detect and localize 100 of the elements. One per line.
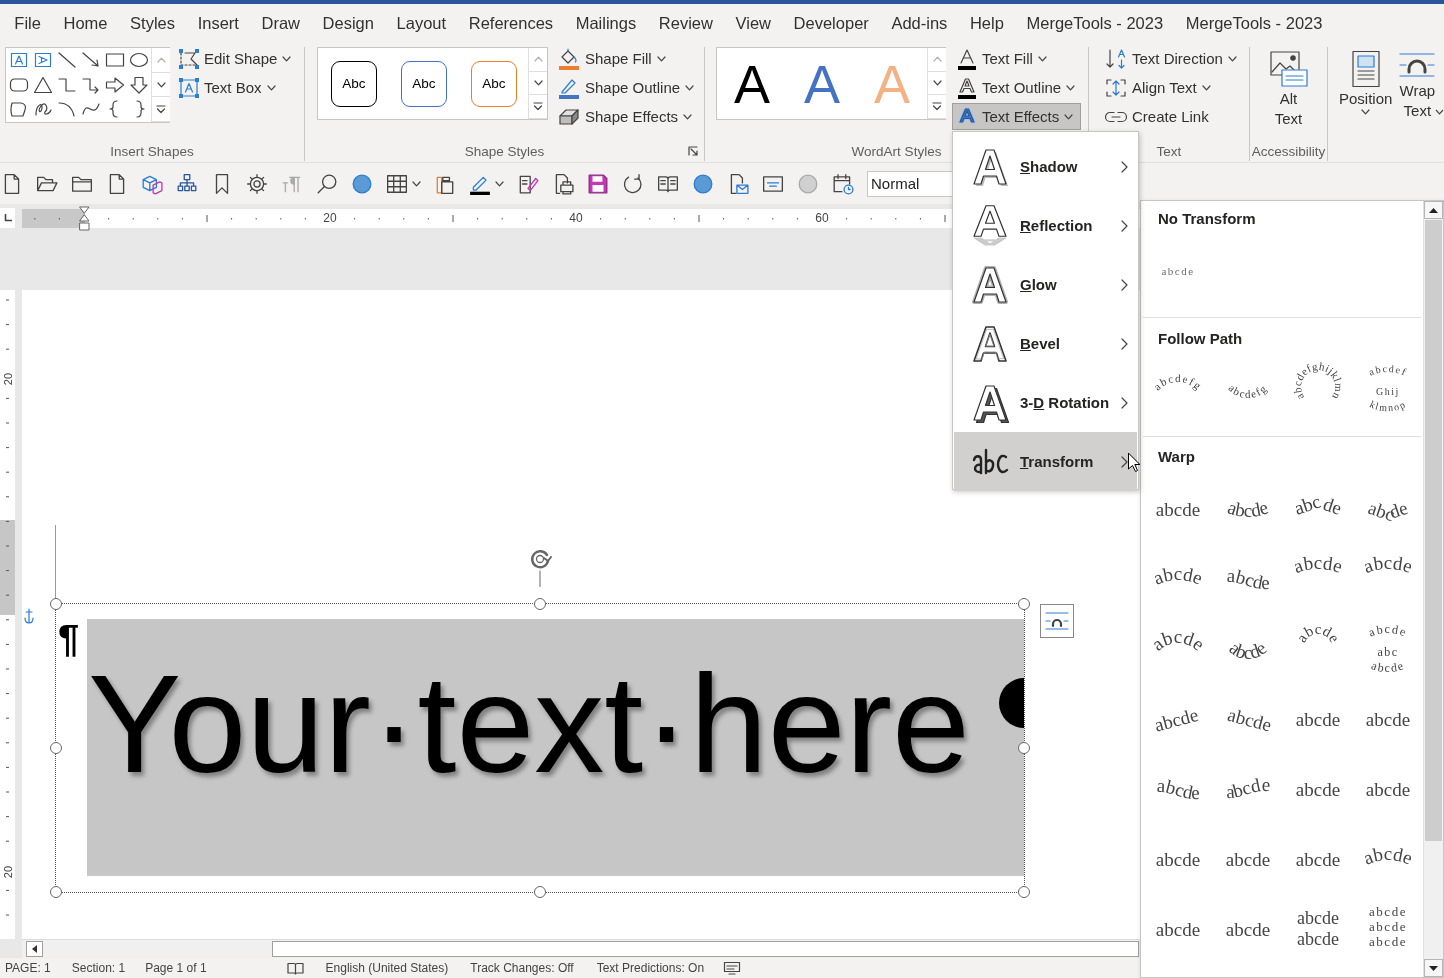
triangle-icon[interactable] <box>33 75 53 94</box>
transform-option[interactable]: abcde <box>1145 900 1211 956</box>
scrollbar-thumb[interactable] <box>272 941 1139 957</box>
ribbon-button[interactable]: Shape Fill <box>553 45 701 72</box>
resize-handle[interactable] <box>50 742 62 754</box>
ribbon-button[interactable]: Align Text <box>1100 74 1243 101</box>
scrollbar-thumb[interactable] <box>1425 220 1442 841</box>
resize-handle[interactable] <box>50 598 62 610</box>
ribbon-button[interactable]: Text Box <box>174 74 298 101</box>
ribbon-button[interactable]: Alt Text <box>1265 47 1312 129</box>
ribbon-tab[interactable]: MergeTools - 2023 <box>1015 7 1175 39</box>
transform-option[interactable]: abcde <box>1285 550 1351 606</box>
ribbon-tab[interactable]: Mailings <box>564 7 648 39</box>
ribbon-button[interactable]: Shape Effects <box>553 103 701 130</box>
gallery-more-button[interactable] <box>152 97 170 122</box>
transform-option[interactable]: abcde <box>1215 620 1281 676</box>
transform-option[interactable]: abcde <box>1215 550 1281 606</box>
transform-option[interactable]: abcde <box>1285 690 1351 746</box>
transform-option[interactable]: abcdefg <box>1145 359 1211 415</box>
transform-option[interactable]: abcde <box>1145 620 1211 676</box>
style-preset[interactable]: Abc <box>471 60 517 107</box>
transform-option[interactable]: abcde <box>1145 243 1211 299</box>
resize-handle[interactable] <box>1018 886 1030 898</box>
status-item[interactable]: Track Changes: Off <box>470 961 574 975</box>
ribbon-tab[interactable]: Home <box>52 7 119 39</box>
indent-marker-icon[interactable] <box>79 205 90 231</box>
status-item[interactable]: English (United States) <box>325 961 449 975</box>
transform-option[interactable]: abcde <box>1355 480 1421 536</box>
circle-icon[interactable] <box>351 172 373 195</box>
transform-option[interactable]: abcde abcde <box>1285 900 1351 956</box>
resize-handle[interactable] <box>534 598 546 610</box>
ribbon-tab[interactable]: Draw <box>250 7 312 39</box>
ribbon-tab[interactable]: Help <box>958 7 1016 39</box>
table-icon[interactable] <box>386 172 408 195</box>
resize-handle[interactable] <box>50 886 62 898</box>
menu-item[interactable]: Transform <box>954 432 1137 491</box>
ribbon-button[interactable]: Edit Shape <box>174 45 298 72</box>
transform-option[interactable]: abcde <box>1215 480 1281 536</box>
transform-option[interactable]: abcde <box>1145 690 1211 746</box>
resize-handle[interactable] <box>1018 598 1030 610</box>
ribbon-tab[interactable]: MergeTools - 2023 <box>1174 7 1334 39</box>
rectangle-icon[interactable] <box>105 51 125 70</box>
circle-icon[interactable] <box>692 172 714 195</box>
dialog-launcher-icon[interactable] <box>688 146 698 156</box>
transform-option[interactable]: abcde <box>1215 900 1281 956</box>
vertical-text-box-icon[interactable] <box>33 51 53 70</box>
ribbon-button[interactable]: Shape Outline <box>553 74 701 101</box>
transform-option[interactable]: abcde <box>1215 760 1281 816</box>
style-preset[interactable]: Abc <box>401 60 447 107</box>
freeform-icon[interactable] <box>9 100 29 119</box>
transform-option[interactable]: abcde abcde abcde <box>1355 900 1421 956</box>
scroll-down-button[interactable] <box>1424 959 1443 977</box>
search-icon[interactable] <box>316 172 338 195</box>
ribbon-tab[interactable]: Layout <box>385 7 458 39</box>
calendar-clock-icon[interactable] <box>832 172 854 195</box>
ribbon-tab[interactable]: Design <box>311 7 386 39</box>
block-arrow-right-icon[interactable] <box>105 75 125 94</box>
gallery-more-button[interactable] <box>928 95 946 119</box>
scroll-left-button[interactable] <box>26 941 43 957</box>
transform-option[interactable]: abcde <box>1285 760 1351 816</box>
text-box-icon[interactable] <box>9 51 29 70</box>
status-item[interactable]: Text Predictions: On <box>596 961 705 975</box>
menu-item[interactable]: 3-D Rotation <box>954 373 1137 432</box>
ribbon-tab[interactable]: Developer <box>782 7 881 39</box>
ribbon-button[interactable]: Position <box>1336 47 1396 115</box>
transform-option[interactable]: abcde <box>1355 690 1421 746</box>
rounded-rectangle-icon[interactable] <box>9 75 29 94</box>
gallery-down-button[interactable] <box>928 71 946 96</box>
elbow-arrow-icon[interactable] <box>81 75 101 94</box>
layout-options-button[interactable] <box>1040 604 1074 638</box>
wordart-preset[interactable]: A <box>787 50 857 117</box>
menu-item[interactable]: Reflection <box>954 196 1137 255</box>
wordart-preset[interactable]: A <box>717 50 787 117</box>
arc-icon[interactable] <box>57 100 77 119</box>
ribbon-tab[interactable]: Insert <box>186 7 251 39</box>
ribbon-button[interactable]: Text Effects <box>952 103 1082 130</box>
transform-option[interactable]: abcde <box>1215 830 1281 886</box>
resize-handle[interactable] <box>534 886 546 898</box>
block-arrow-down-icon[interactable] <box>129 75 149 94</box>
ribbon-tab[interactable]: Review <box>647 7 725 39</box>
status-item[interactable]: Page 1 of 1 <box>145 961 207 975</box>
ribbon-button[interactable]: Create Link <box>1100 103 1243 130</box>
scroll-up-button[interactable] <box>1424 201 1443 219</box>
transform-option[interactable]: abcde <box>1355 760 1421 816</box>
transform-option[interactable]: abcde <box>1145 480 1211 536</box>
ribbon-button[interactable]: Text Fill <box>952 45 1082 72</box>
chevron-down-icon[interactable] <box>495 180 504 187</box>
ribbon-button[interactable]: Wrap Text <box>1395 47 1440 121</box>
ribbon-button[interactable]: Text Direction <box>1100 45 1243 72</box>
ribbon-tab[interactable]: View <box>724 7 783 39</box>
transform-option[interactable]: abcde <box>1355 830 1421 886</box>
transform-option[interactable]: abcde <box>1215 690 1281 746</box>
transform-option[interactable]: abcdef Ghij klmnop <box>1355 359 1421 415</box>
oval-icon[interactable] <box>129 51 149 70</box>
ribbon-button[interactable]: Text Outline <box>952 74 1082 101</box>
menu-item[interactable]: Glow <box>954 255 1137 314</box>
transform-option[interactable]: abcdefg <box>1215 359 1281 415</box>
transform-option[interactable]: abcde <box>1285 480 1351 536</box>
status-item[interactable]: Section: 1 <box>71 961 126 975</box>
status-item[interactable]: PAGE: 1 <box>5 961 51 975</box>
